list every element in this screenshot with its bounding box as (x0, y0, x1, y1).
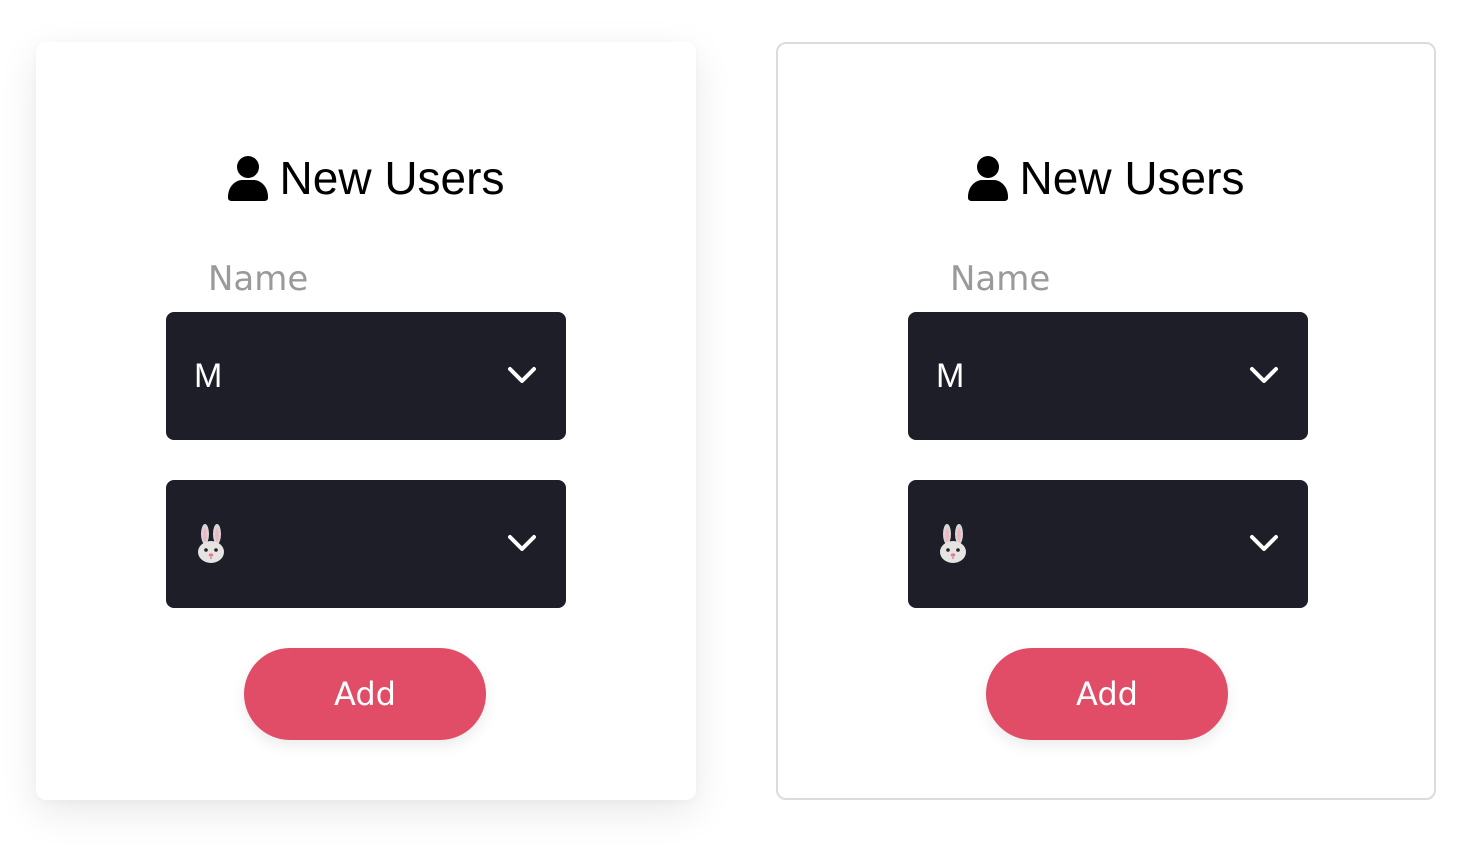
new-user-card-bordered: New Users M Add (776, 42, 1436, 800)
animal-select[interactable] (908, 480, 1308, 608)
card-title-text: New Users (279, 152, 505, 204)
card-title: New Users (36, 146, 696, 210)
size-select[interactable]: M (166, 312, 566, 440)
user-icon (967, 156, 1008, 201)
user-icon (227, 156, 268, 201)
size-select-value: M (936, 357, 965, 395)
animal-select[interactable] (166, 480, 566, 608)
chevron-down-icon (508, 367, 536, 383)
name-input[interactable] (938, 254, 1238, 314)
rabbit-emoji-icon (198, 524, 224, 563)
name-input[interactable] (196, 254, 496, 314)
card-title-text: New Users (1019, 152, 1245, 204)
add-button[interactable]: Add (244, 648, 486, 740)
size-select-value: M (194, 357, 223, 395)
chevron-down-icon (1250, 535, 1278, 551)
chevron-down-icon (508, 535, 536, 551)
card-title: New Users (776, 146, 1436, 210)
size-select[interactable]: M (908, 312, 1308, 440)
chevron-down-icon (1250, 367, 1278, 383)
new-user-card-shadowed: New Users M Add (36, 42, 696, 800)
rabbit-emoji-icon (940, 524, 966, 563)
add-button[interactable]: Add (986, 648, 1228, 740)
